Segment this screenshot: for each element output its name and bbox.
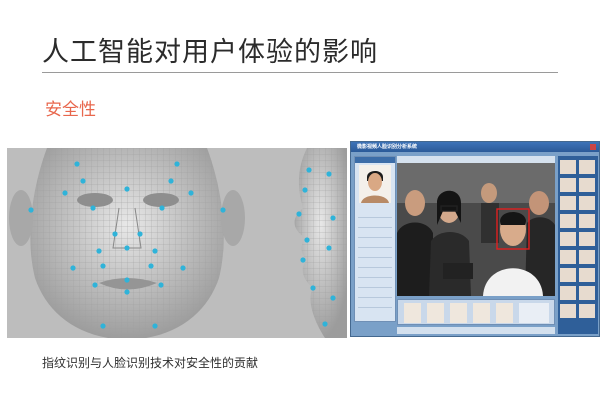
software-title-bar: 微影视频人脸识别分析系统 — [351, 142, 599, 152]
match-thumbnails — [397, 299, 555, 325]
face-landmark-image — [7, 148, 347, 338]
capture-thumbnail[interactable] — [560, 286, 576, 300]
crowd-video-frame — [397, 163, 555, 296]
suspect-photo — [359, 165, 391, 203]
match-thumbnail[interactable] — [450, 303, 467, 323]
video-toolbar — [397, 156, 555, 163]
capture-thumbnail[interactable] — [579, 196, 595, 210]
capture-thumbnail[interactable] — [560, 196, 576, 210]
capture-thumbnail[interactable] — [579, 160, 595, 174]
title-divider — [42, 72, 558, 73]
capture-list-panel — [558, 156, 598, 334]
close-icon — [590, 144, 596, 150]
face-recognition-software-screenshot: 微影视频人脸识别分析系统 — [350, 141, 600, 337]
image-caption: 指纹识别与人脸识别技术对安全性的贡献 — [42, 356, 259, 370]
capture-thumbnail[interactable] — [579, 304, 595, 318]
person-info-panel — [354, 156, 396, 322]
capture-thumbnail[interactable] — [579, 250, 595, 264]
match-thumbnail[interactable] — [404, 303, 421, 323]
capture-thumbnail[interactable] — [579, 268, 595, 282]
match-thumbnail[interactable] — [473, 303, 490, 323]
section-subtitle: 安全性 — [45, 100, 96, 120]
capture-thumbnail[interactable] — [560, 232, 576, 246]
surveillance-video-view — [397, 156, 555, 296]
capture-thumbnail[interactable] — [579, 214, 595, 228]
suspect-portrait — [359, 165, 391, 203]
capture-thumbnail[interactable] — [560, 178, 576, 192]
slide-title: 人工智能对用户体验的影响 — [42, 37, 378, 68]
capture-thumbnail[interactable] — [579, 232, 595, 246]
capture-thumbnail[interactable] — [560, 214, 576, 228]
info-panel-header — [355, 157, 395, 163]
capture-thumbnail[interactable] — [560, 250, 576, 264]
capture-thumbnail[interactable] — [579, 178, 595, 192]
capture-thumbnail[interactable] — [560, 268, 576, 282]
match-thumbnail[interactable] — [496, 303, 513, 323]
match-thumbnail[interactable] — [427, 303, 444, 323]
info-fields — [358, 211, 392, 311]
status-bar — [397, 327, 555, 334]
capture-thumbnail[interactable] — [560, 160, 576, 174]
face-mesh-illustration — [7, 148, 347, 338]
thumbnail-controls[interactable] — [519, 303, 549, 323]
capture-thumbnail[interactable] — [560, 304, 576, 318]
capture-thumbnail[interactable] — [579, 286, 595, 300]
